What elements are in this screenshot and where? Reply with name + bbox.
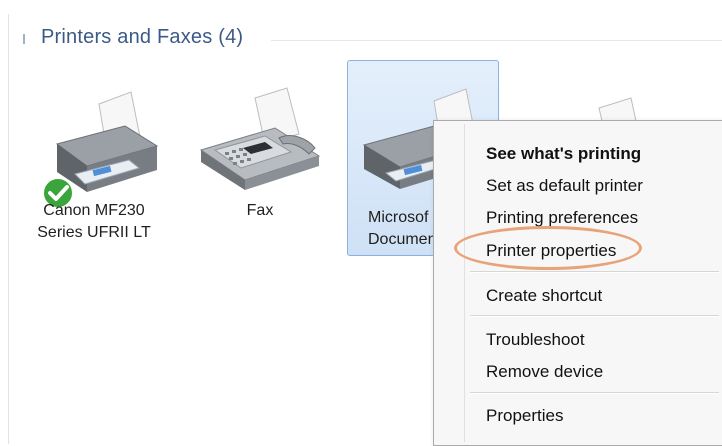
menu-separator bbox=[470, 392, 719, 394]
device-label: Canon MF230 Series UFRII LT bbox=[29, 200, 159, 244]
device-label: Fax bbox=[195, 200, 325, 222]
device-label-line1: Fax bbox=[246, 202, 274, 219]
menu-separator bbox=[470, 271, 719, 273]
menu-item-troubleshoot[interactable]: Troubleshoot bbox=[486, 330, 585, 350]
device-label-line1: Canon MF230 bbox=[43, 202, 145, 219]
group-divider bbox=[271, 40, 722, 41]
device-label-line2: Series UFRII LT bbox=[37, 224, 151, 241]
context-menu: See what's printing Set as default print… bbox=[433, 120, 722, 446]
menu-item-remove-device[interactable]: Remove device bbox=[486, 362, 603, 382]
group-header[interactable]: Printers and Faxes (4) bbox=[9, 22, 722, 50]
device-canon-printer[interactable]: Canon MF230 Series UFRII LT bbox=[29, 64, 159, 254]
device-fax[interactable]: Fax bbox=[195, 64, 325, 254]
highlight-ring bbox=[454, 226, 642, 270]
group-collapse-indicator[interactable] bbox=[23, 34, 25, 44]
menu-item-properties[interactable]: Properties bbox=[486, 406, 563, 426]
menu-item-set-as-default-printer[interactable]: Set as default printer bbox=[486, 176, 643, 196]
menu-item-printing-preferences[interactable]: Printing preferences bbox=[486, 208, 638, 228]
printer-icon bbox=[55, 91, 159, 192]
menu-separator bbox=[470, 315, 719, 317]
menu-item-create-shortcut[interactable]: Create shortcut bbox=[486, 286, 602, 306]
menu-item-see-whats-printing[interactable]: See what's printing bbox=[486, 144, 641, 164]
menu-gutter bbox=[464, 124, 465, 442]
fax-icon bbox=[199, 87, 321, 190]
group-title: Printers and Faxes (4) bbox=[41, 26, 244, 48]
